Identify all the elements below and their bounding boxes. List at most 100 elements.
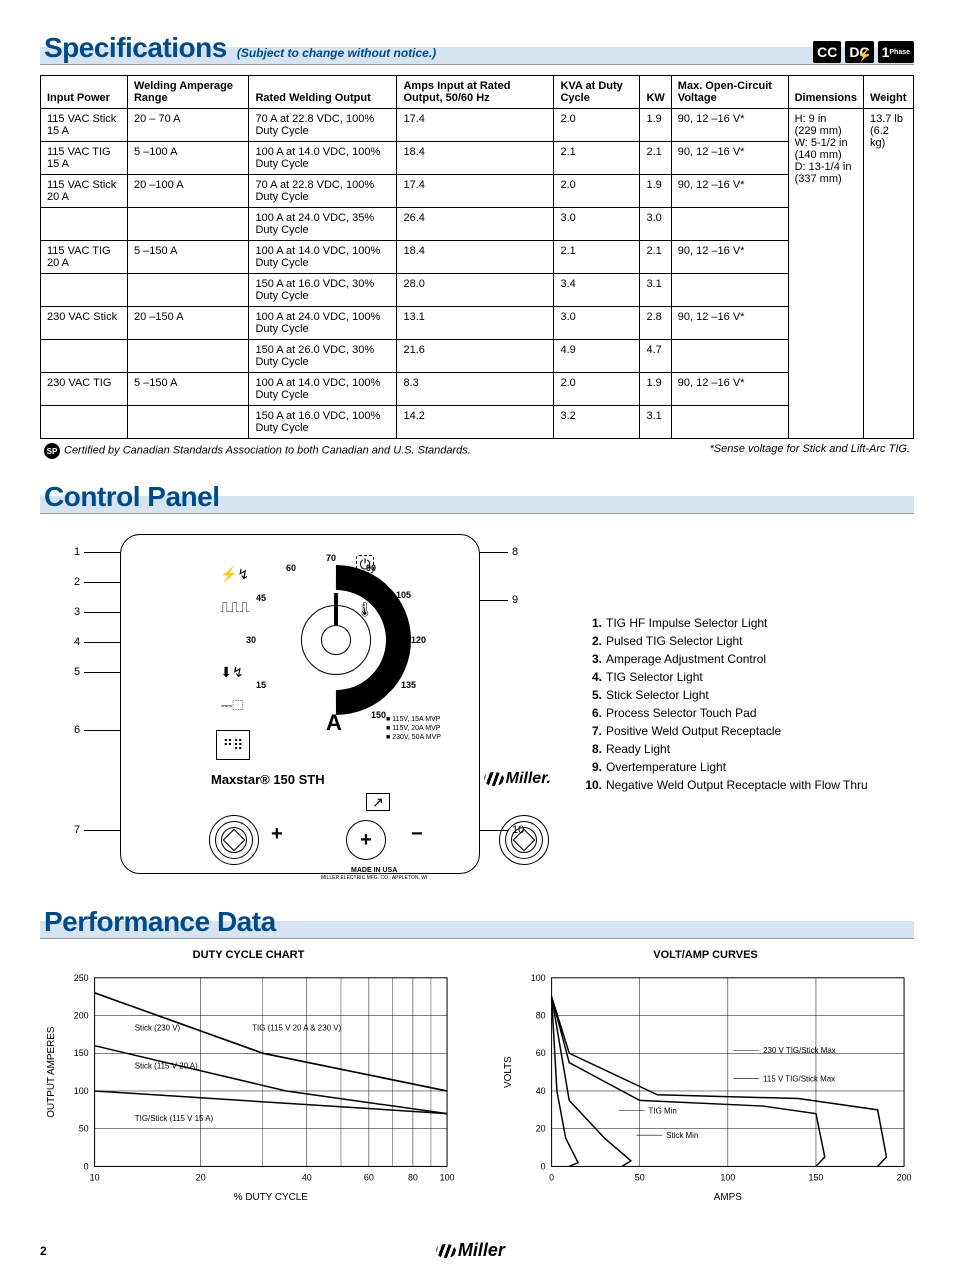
stick-icon: ⎓⬚ xyxy=(219,696,245,715)
spec-cell: 3.1 xyxy=(640,406,671,439)
svg-text:Stick (115 V 20 A): Stick (115 V 20 A) xyxy=(135,1061,198,1070)
svg-text:100: 100 xyxy=(531,973,546,983)
performance-title: Performance Data xyxy=(44,906,276,938)
ready-light-icon: ⏻ xyxy=(356,555,374,573)
svg-text:100: 100 xyxy=(720,1172,735,1182)
spec-cell: 21.6 xyxy=(397,340,554,373)
svg-text:AMPS: AMPS xyxy=(714,1192,742,1203)
svg-text:20: 20 xyxy=(196,1172,206,1182)
spec-cell xyxy=(41,406,128,439)
panel-diagram: 1 2 3 4 5 6 7 8 9 10 ⚡↯ ⎍⎍⎍ · ⬇↯ ⎓⬚ xyxy=(40,524,540,884)
spec-cell: 100 A at 14.0 VDC, 100% Duty Cycle xyxy=(249,373,397,406)
spec-cell: 17.4 xyxy=(397,175,554,208)
remote-icon: ↗ xyxy=(366,793,390,811)
svg-text:60: 60 xyxy=(536,1048,546,1058)
spec-cell: 115 VAC Stick 15 A xyxy=(41,109,128,142)
spec-cell: 8.3 xyxy=(397,373,554,406)
th-max-ocv: Max. Open-Circuit Voltage xyxy=(671,76,788,109)
th-welding-range: Welding Amperage Range xyxy=(127,76,248,109)
csa-icon: SP xyxy=(44,443,60,459)
callout-8: 8 xyxy=(512,546,518,558)
spec-cell: 14.2 xyxy=(397,406,554,439)
svg-text:0: 0 xyxy=(541,1161,546,1171)
spec-cell: 1.9 xyxy=(640,373,671,406)
svg-text:TIG/Stick (115 V 15 A): TIG/Stick (115 V 15 A) xyxy=(135,1114,214,1123)
callout-7: 7 xyxy=(74,824,80,836)
spec-cell xyxy=(671,208,788,241)
svg-text:0: 0 xyxy=(84,1161,89,1171)
spec-cell: 90, 12 –16 V* xyxy=(671,241,788,274)
specifications-title: Specifications xyxy=(44,32,227,64)
legend-item: 10.Negative Weld Output Receptacle with … xyxy=(580,776,868,794)
spec-cell: 90, 12 –16 V* xyxy=(671,373,788,406)
spec-cell xyxy=(41,340,128,373)
svg-text:150: 150 xyxy=(809,1172,824,1182)
miller-brand: Miller. xyxy=(484,770,551,788)
cc-badge: CC xyxy=(813,41,841,63)
spec-cell: 18.4 xyxy=(397,241,554,274)
svg-text:80: 80 xyxy=(408,1172,418,1182)
spec-cell: 4.9 xyxy=(554,340,640,373)
spec-cell: 28.0 xyxy=(397,274,554,307)
svg-text:50: 50 xyxy=(635,1172,645,1182)
legend-item: 6.Process Selector Touch Pad xyxy=(580,704,868,722)
spec-cell: 90, 12 –16 V* xyxy=(671,307,788,340)
spec-cell xyxy=(671,274,788,307)
svg-text:115 V TIG/Stick Max: 115 V TIG/Stick Max xyxy=(763,1075,835,1084)
spec-cell: 13.1 xyxy=(397,307,554,340)
svg-text:150: 150 xyxy=(74,1048,89,1058)
callout-5: 5 xyxy=(74,666,80,678)
page-number: 2 xyxy=(40,1244,47,1258)
callout-1: 1 xyxy=(74,546,80,558)
spec-cell: 26.4 xyxy=(397,208,554,241)
overtemp-light-icon: 🌡 xyxy=(356,601,374,619)
footer-miller-logo: Miller xyxy=(436,1240,505,1261)
scale-135: 135 xyxy=(401,680,416,690)
csa-cert-note: SPCertified by Canadian Standards Associ… xyxy=(44,443,471,459)
duty-cycle-chart: DUTY CYCLE CHART 05010015020025010204060… xyxy=(40,949,457,1210)
spec-cell: 4.7 xyxy=(640,340,671,373)
control-panel-area: 1 2 3 4 5 6 7 8 9 10 ⚡↯ ⎍⎍⎍ · ⬇↯ ⎓⬚ xyxy=(40,524,914,884)
spec-cell: 115 VAC TIG 20 A xyxy=(41,241,128,274)
svg-text:TIG (115 V 20 A & 230 V): TIG (115 V 20 A & 230 V) xyxy=(252,1024,341,1033)
th-kw: KW xyxy=(640,76,671,109)
svg-text:200: 200 xyxy=(897,1172,912,1182)
dimensions-cell: H: 9 in (229 mm) W: 5-1/2 in (140 mm) D:… xyxy=(788,109,863,439)
svg-text:200: 200 xyxy=(74,1010,89,1020)
spec-cell: 2.0 xyxy=(554,109,640,142)
spec-cell: 17.4 xyxy=(397,109,554,142)
mvp-legend: 115V, 15A MVP 115V, 20A MVP 230V, 50A MV… xyxy=(386,715,441,742)
spec-cell xyxy=(127,340,248,373)
spec-cell: 20 –100 A xyxy=(127,175,248,208)
svg-text:40: 40 xyxy=(536,1086,546,1096)
mvp-line-2: 230V, 50A MVP xyxy=(386,733,441,742)
spec-cell: 3.0 xyxy=(640,208,671,241)
spec-cell: 90, 12 –16 V* xyxy=(671,175,788,208)
spec-cell xyxy=(671,340,788,373)
spec-cell xyxy=(127,208,248,241)
spec-cell: 3.0 xyxy=(554,208,640,241)
brand-row: Maxstar® 150 STH Miller. xyxy=(211,770,551,788)
svg-text:0: 0 xyxy=(549,1172,554,1182)
spec-cell xyxy=(671,406,788,439)
spec-cell: 230 VAC Stick xyxy=(41,307,128,340)
spec-cell: 150 A at 16.0 VDC, 30% Duty Cycle xyxy=(249,274,397,307)
page-footer: 2 Miller xyxy=(40,1240,914,1261)
cert-footnote-row: SPCertified by Canadian Standards Associ… xyxy=(40,443,914,459)
spec-cell: 100 A at 24.0 VDC, 35% Duty Cycle xyxy=(249,208,397,241)
specifications-subtitle: (Subject to change without notice.) xyxy=(237,46,436,60)
scale-30: 30 xyxy=(246,635,256,645)
legend-item: 4.TIG Selector Light xyxy=(580,668,868,686)
pulse-icon: ⎍⎍⎍ xyxy=(219,598,245,617)
th-dimensions: Dimensions xyxy=(788,76,863,109)
performance-charts-row: DUTY CYCLE CHART 05010015020025010204060… xyxy=(40,949,914,1210)
spec-cell: 2.0 xyxy=(554,373,640,406)
svg-text:250: 250 xyxy=(74,973,89,983)
spec-cell: 2.1 xyxy=(640,142,671,175)
performance-header: Performance Data xyxy=(40,904,914,939)
spec-cell: 2.0 xyxy=(554,175,640,208)
made-in-usa: MADE IN USA MILLER ELECTRIC MFG. CO., AP… xyxy=(321,867,427,881)
scale-120: 120 xyxy=(411,635,426,645)
voltamp-svg: 020406080100050100150200230 V TIG/Stick … xyxy=(497,967,914,1207)
spec-cell: 2.1 xyxy=(640,241,671,274)
